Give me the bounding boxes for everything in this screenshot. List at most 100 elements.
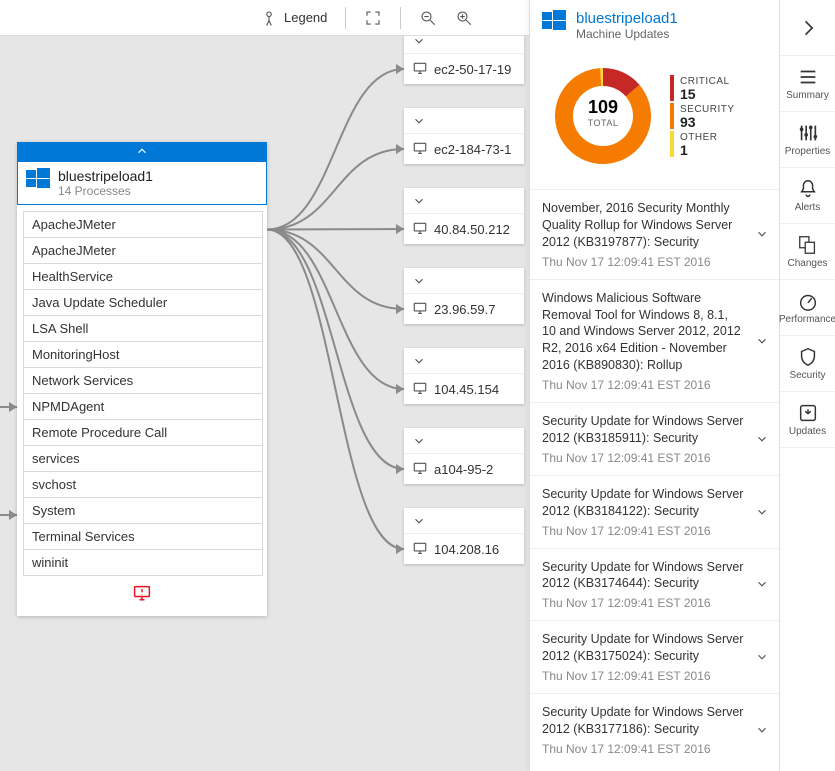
windows-icon xyxy=(542,10,566,30)
remote-node-label: 40.84.50.212 xyxy=(434,222,510,237)
rail-changes-button[interactable]: Changes xyxy=(780,224,835,280)
legend-label: OTHER xyxy=(680,132,718,143)
monitor-icon xyxy=(412,302,428,316)
update-item[interactable]: November, 2016 Security Monthly Quality … xyxy=(530,190,779,279)
chevron-down-icon xyxy=(412,354,426,368)
security-icon xyxy=(797,346,819,368)
legend-icon xyxy=(260,9,278,27)
update-item[interactable]: Security Update for Windows Server 2012 … xyxy=(530,548,779,621)
process-list: ApacheJMeterApacheJMeterHealthServiceJav… xyxy=(17,205,267,579)
process-row[interactable]: HealthService xyxy=(23,263,263,290)
legend-color-bar xyxy=(670,103,674,129)
details-subtitle: Machine Updates xyxy=(576,27,678,41)
rail-label: Security xyxy=(789,370,825,381)
remote-node-header[interactable] xyxy=(404,36,524,54)
update-date: Thu Nov 17 12:09:41 EST 2016 xyxy=(542,255,745,269)
remote-node-header[interactable] xyxy=(404,348,524,374)
rail-label: Alerts xyxy=(795,202,821,213)
rail-security-button[interactable]: Security xyxy=(780,336,835,392)
update-item[interactable]: Security Update for Windows Server 2012 … xyxy=(530,620,779,693)
remote-node-header[interactable] xyxy=(404,428,524,454)
remote-node[interactable]: 104.45.154 xyxy=(404,348,524,404)
remote-node-label: ec2-184-73-1 xyxy=(434,142,511,157)
remote-node-header[interactable] xyxy=(404,268,524,294)
remote-node-body: a104-95-2 xyxy=(404,454,524,484)
updates-donut-chart: 109 TOTAL CRITICAL 15 SECURITY 93 OTHER … xyxy=(530,47,779,189)
remote-node-header[interactable] xyxy=(404,108,524,134)
remote-node-header[interactable] xyxy=(404,188,524,214)
update-title: Security Update for Windows Server 2012 … xyxy=(542,704,745,738)
chevron-down-icon xyxy=(755,577,769,591)
remote-node[interactable]: ec2-184-73-1 xyxy=(404,108,524,164)
performance-icon xyxy=(797,290,819,312)
update-date: Thu Nov 17 12:09:41 EST 2016 xyxy=(542,669,745,683)
remote-node[interactable]: 104.208.16 xyxy=(404,508,524,564)
remote-node-label: ec2-50-17-19 xyxy=(434,62,511,77)
machine-panel-collapse[interactable] xyxy=(17,142,267,162)
process-row[interactable]: services xyxy=(23,445,263,472)
rail-label: Summary xyxy=(786,90,829,101)
process-row[interactable]: LSA Shell xyxy=(23,315,263,342)
update-item[interactable]: Security Update for Windows Server 2012 … xyxy=(530,402,779,475)
process-row[interactable]: MonitoringHost xyxy=(23,341,263,368)
legend-row: CRITICAL 15 xyxy=(670,75,735,101)
chevron-down-icon xyxy=(412,434,426,448)
updates-list: November, 2016 Security Monthly Quality … xyxy=(530,189,779,771)
donut-total-label: TOTAL xyxy=(548,118,658,128)
process-row[interactable]: Java Update Scheduler xyxy=(23,289,263,316)
updates-icon xyxy=(797,402,819,424)
machine-subtitle: 14 Processes xyxy=(58,184,153,198)
chevron-down-icon xyxy=(755,334,769,348)
update-title: November, 2016 Security Monthly Quality … xyxy=(542,200,745,251)
rail-label: Performance xyxy=(779,314,835,325)
update-item[interactable]: Security Update for Windows Server 2012 … xyxy=(530,693,779,766)
rail-properties-button[interactable]: Properties xyxy=(780,112,835,168)
process-row[interactable]: System xyxy=(23,497,263,524)
remote-node-label: 104.45.154 xyxy=(434,382,499,397)
process-row[interactable]: svchost xyxy=(23,471,263,498)
monitor-icon xyxy=(412,62,428,76)
monitor-icon xyxy=(412,462,428,476)
process-row[interactable]: NPMDAgent xyxy=(23,393,263,420)
process-row[interactable]: ApacheJMeter xyxy=(23,211,263,238)
machine-title-row[interactable]: bluestripeload1 14 Processes xyxy=(17,162,267,205)
process-row[interactable]: ApacheJMeter xyxy=(23,237,263,264)
rail-label: Changes xyxy=(787,258,827,269)
machine-footer xyxy=(17,579,267,616)
fit-button[interactable] xyxy=(364,9,382,27)
monitor-icon xyxy=(412,222,428,236)
remote-node-body: ec2-50-17-19 xyxy=(404,54,524,84)
legend-button[interactable]: Legend xyxy=(260,9,327,27)
process-row[interactable]: Network Services xyxy=(23,367,263,394)
legend-label: CRITICAL xyxy=(680,76,730,87)
update-item[interactable]: Windows Malicious Software Removal Tool … xyxy=(530,279,779,402)
remote-node-header[interactable] xyxy=(404,508,524,534)
rail-summary-button[interactable]: Summary xyxy=(780,56,835,112)
legend-value: 15 xyxy=(680,87,730,101)
rail-performance-button[interactable]: Performance xyxy=(780,280,835,336)
update-date: Thu Nov 17 12:09:41 EST 2016 xyxy=(542,524,745,538)
update-title: Security Update for Windows Server 2012 … xyxy=(542,631,745,665)
legend-value: 93 xyxy=(680,115,735,129)
rail-alerts-button[interactable]: Alerts xyxy=(780,168,835,224)
machine-error-icon xyxy=(132,585,152,603)
rail-updates-button[interactable]: Updates xyxy=(780,392,835,448)
remote-node[interactable]: a104-95-2 xyxy=(404,428,524,484)
process-row[interactable]: wininit xyxy=(23,549,263,576)
chevron-down-icon xyxy=(755,432,769,446)
machine-panel: bluestripeload1 14 Processes ApacheJMete… xyxy=(17,142,267,616)
rail-expand-button[interactable] xyxy=(780,0,835,56)
remote-node[interactable]: 40.84.50.212 xyxy=(404,188,524,244)
update-item[interactable]: Security Update for Windows Server 2012 … xyxy=(530,475,779,548)
zoom-in-button[interactable] xyxy=(455,9,473,27)
details-panel: bluestripeload1 Machine Updates 109 TOTA… xyxy=(529,0,779,771)
remote-node[interactable]: ec2-50-17-19 xyxy=(404,36,524,84)
process-row[interactable]: Remote Procedure Call xyxy=(23,419,263,446)
zoom-out-button[interactable] xyxy=(419,9,437,27)
remote-node[interactable]: 23.96.59.7 xyxy=(404,268,524,324)
chevron-down-icon xyxy=(755,505,769,519)
process-row[interactable]: Terminal Services xyxy=(23,523,263,550)
update-date: Thu Nov 17 12:09:41 EST 2016 xyxy=(542,378,745,392)
dependency-map-canvas[interactable]: bluestripeload1 14 Processes ApacheJMete… xyxy=(0,36,529,771)
donut-legend: CRITICAL 15 SECURITY 93 OTHER 1 xyxy=(670,75,735,157)
